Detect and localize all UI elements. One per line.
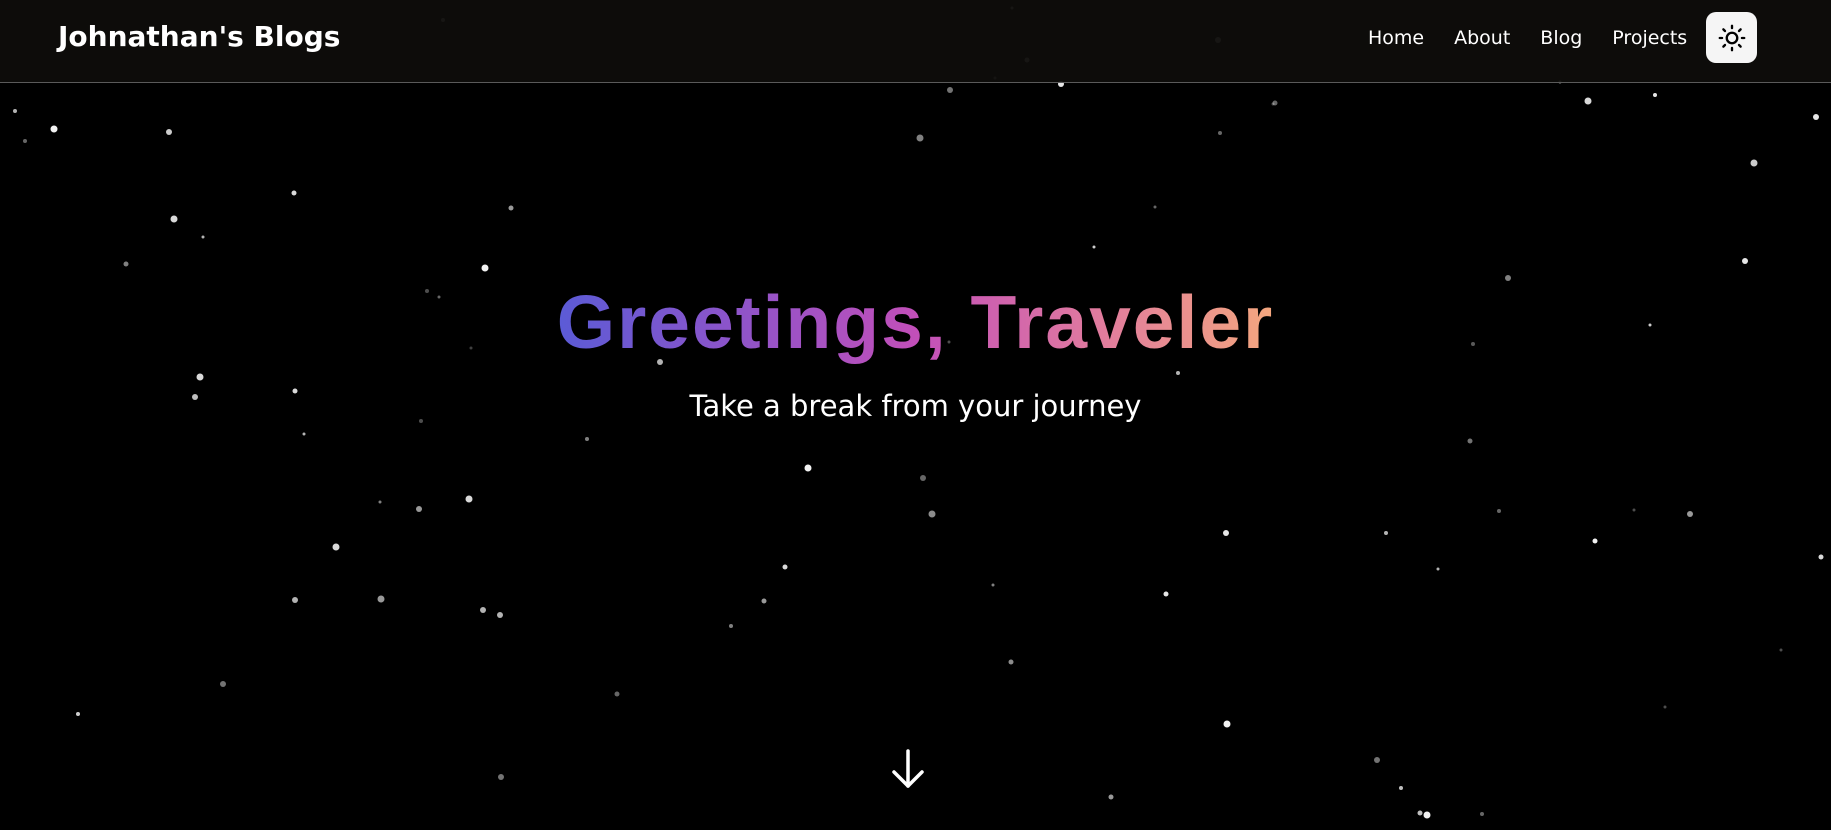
hero-title-text: Greetings, Traveler <box>556 280 1275 364</box>
nav-link-projects[interactable]: Projects <box>1612 27 1687 49</box>
sun-icon <box>1718 24 1745 51</box>
nav-link-about[interactable]: About <box>1454 27 1510 49</box>
site-brand[interactable]: Johnathan's Blogs <box>58 20 340 53</box>
page: Johnathan's Blogs Home About Blog Projec… <box>0 0 1831 830</box>
nav-links: Home About Blog Projects <box>1368 27 1717 49</box>
navbar: Johnathan's Blogs Home About Blog Projec… <box>0 0 1831 83</box>
theme-toggle-button[interactable] <box>1706 12 1757 63</box>
hero-subtitle: Take a break from your journey <box>689 389 1142 423</box>
hero-title: Greetings, Traveler <box>0 285 1831 360</box>
nav-link-home[interactable]: Home <box>1368 27 1424 49</box>
nav-link-blog[interactable]: Blog <box>1540 27 1582 49</box>
arrow-down-icon[interactable] <box>890 748 926 790</box>
hero-section: Greetings, Traveler Take a break from yo… <box>0 83 1831 830</box>
